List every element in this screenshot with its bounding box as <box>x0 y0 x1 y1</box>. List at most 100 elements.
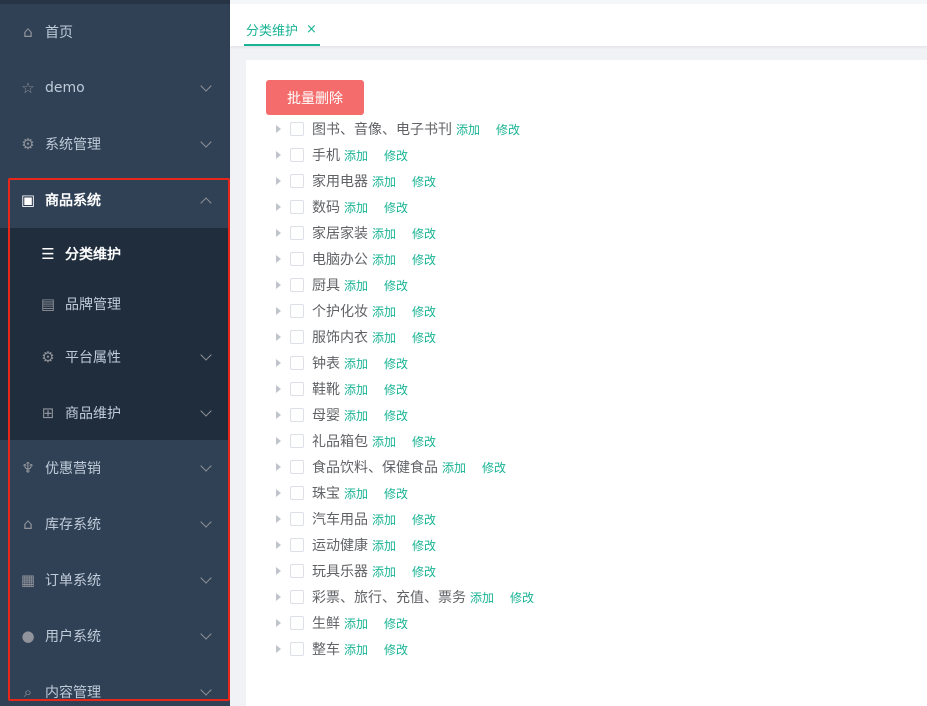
add-link[interactable]: 添加 <box>344 147 368 164</box>
caret-right-icon[interactable] <box>276 151 281 159</box>
node-checkbox[interactable] <box>290 408 304 422</box>
node-checkbox[interactable] <box>290 200 304 214</box>
edit-link[interactable]: 修改 <box>384 277 408 294</box>
add-link[interactable]: 添加 <box>344 615 368 632</box>
caret-right-icon[interactable] <box>276 437 281 445</box>
add-link[interactable]: 添加 <box>442 459 466 476</box>
caret-right-icon[interactable] <box>276 515 281 523</box>
sidebar-item-member[interactable]: ● 用户系统 <box>0 608 230 664</box>
tree-node[interactable]: 数码 添加 修改 <box>272 194 912 220</box>
caret-right-icon[interactable] <box>276 489 281 497</box>
caret-right-icon[interactable] <box>276 125 281 133</box>
tree-node[interactable]: 珠宝 添加 修改 <box>272 480 912 506</box>
tree-node[interactable]: 鞋靴 添加 修改 <box>272 376 912 402</box>
sidebar-item-content[interactable]: ⌕ 内容管理 <box>0 664 230 706</box>
node-checkbox[interactable] <box>290 356 304 370</box>
edit-link[interactable]: 修改 <box>412 537 436 554</box>
node-checkbox[interactable] <box>290 382 304 396</box>
caret-right-icon[interactable] <box>276 567 281 575</box>
node-checkbox[interactable] <box>290 564 304 578</box>
edit-link[interactable]: 修改 <box>496 121 520 138</box>
sidebar-item-order[interactable]: ▦ 订单系统 <box>0 552 230 608</box>
edit-link[interactable]: 修改 <box>412 329 436 346</box>
edit-link[interactable]: 修改 <box>412 303 436 320</box>
tree-node[interactable]: 服饰内衣 添加 修改 <box>272 324 912 350</box>
edit-link[interactable]: 修改 <box>384 381 408 398</box>
node-checkbox[interactable] <box>290 278 304 292</box>
caret-right-icon[interactable] <box>276 463 281 471</box>
edit-link[interactable]: 修改 <box>412 225 436 242</box>
node-checkbox[interactable] <box>290 486 304 500</box>
sidebar-item-home[interactable]: ⌂ 首页 <box>0 4 230 60</box>
caret-right-icon[interactable] <box>276 307 281 315</box>
caret-right-icon[interactable] <box>276 593 281 601</box>
caret-right-icon[interactable] <box>276 411 281 419</box>
sidebar-item-ware[interactable]: ⌂ 库存系统 <box>0 496 230 552</box>
node-checkbox[interactable] <box>290 616 304 630</box>
add-link[interactable]: 添加 <box>372 303 396 320</box>
sidebar-item-demo[interactable]: ☆ demo <box>0 60 230 116</box>
tree-node[interactable]: 厨具 添加 修改 <box>272 272 912 298</box>
sidebar-item-brand[interactable]: ▤ 品牌管理 <box>0 278 230 330</box>
node-checkbox[interactable] <box>290 226 304 240</box>
tree-node[interactable]: 个护化妆 添加 修改 <box>272 298 912 324</box>
sidebar-item-system[interactable]: ⚙ 系统管理 <box>0 116 230 172</box>
tree-node[interactable]: 母婴 添加 修改 <box>272 402 912 428</box>
caret-right-icon[interactable] <box>276 281 281 289</box>
close-icon[interactable]: × <box>306 22 317 37</box>
node-checkbox[interactable] <box>290 174 304 188</box>
caret-right-icon[interactable] <box>276 619 281 627</box>
add-link[interactable]: 添加 <box>372 225 396 242</box>
edit-link[interactable]: 修改 <box>412 433 436 450</box>
add-link[interactable]: 添加 <box>344 407 368 424</box>
node-checkbox[interactable] <box>290 538 304 552</box>
edit-link[interactable]: 修改 <box>412 511 436 528</box>
tree-node[interactable]: 生鲜 添加 修改 <box>272 610 912 636</box>
tree-node[interactable]: 家用电器 添加 修改 <box>272 168 912 194</box>
add-link[interactable]: 添加 <box>344 277 368 294</box>
tree-node[interactable]: 电脑办公 添加 修改 <box>272 246 912 272</box>
tab-category[interactable]: 分类维护 × <box>246 12 317 46</box>
edit-link[interactable]: 修改 <box>384 147 408 164</box>
add-link[interactable]: 添加 <box>344 485 368 502</box>
add-link[interactable]: 添加 <box>372 173 396 190</box>
add-link[interactable]: 添加 <box>344 199 368 216</box>
tree-node[interactable]: 彩票、旅行、充值、票务 添加 修改 <box>272 584 912 610</box>
node-checkbox[interactable] <box>290 304 304 318</box>
add-link[interactable]: 添加 <box>372 537 396 554</box>
tree-node[interactable]: 整车 添加 修改 <box>272 636 912 662</box>
edit-link[interactable]: 修改 <box>510 589 534 606</box>
caret-right-icon[interactable] <box>276 333 281 341</box>
node-checkbox[interactable] <box>290 512 304 526</box>
caret-right-icon[interactable] <box>276 359 281 367</box>
batch-delete-button[interactable]: 批量删除 <box>266 80 364 115</box>
add-link[interactable]: 添加 <box>372 563 396 580</box>
edit-link[interactable]: 修改 <box>482 459 506 476</box>
add-link[interactable]: 添加 <box>372 329 396 346</box>
edit-link[interactable]: 修改 <box>384 199 408 216</box>
edit-link[interactable]: 修改 <box>384 355 408 372</box>
add-link[interactable]: 添加 <box>470 589 494 606</box>
add-link[interactable]: 添加 <box>372 433 396 450</box>
tree-node[interactable]: 汽车用品 添加 修改 <box>272 506 912 532</box>
add-link[interactable]: 添加 <box>372 511 396 528</box>
tree-node[interactable]: 手机 添加 修改 <box>272 142 912 168</box>
edit-link[interactable]: 修改 <box>412 251 436 268</box>
sidebar-item-coupon[interactable]: ♆ 优惠营销 <box>0 440 230 496</box>
add-link[interactable]: 添加 <box>344 641 368 658</box>
caret-right-icon[interactable] <box>276 385 281 393</box>
tree-node[interactable]: 礼品箱包 添加 修改 <box>272 428 912 454</box>
edit-link[interactable]: 修改 <box>384 641 408 658</box>
caret-right-icon[interactable] <box>276 177 281 185</box>
edit-link[interactable]: 修改 <box>412 173 436 190</box>
tree-node[interactable]: 玩具乐器 添加 修改 <box>272 558 912 584</box>
sidebar-item-category[interactable]: ☰ 分类维护 <box>0 228 230 280</box>
caret-right-icon[interactable] <box>276 541 281 549</box>
edit-link[interactable]: 修改 <box>384 615 408 632</box>
node-checkbox[interactable] <box>290 590 304 604</box>
caret-right-icon[interactable] <box>276 203 281 211</box>
add-link[interactable]: 添加 <box>344 355 368 372</box>
tree-node[interactable]: 图书、音像、电子书刊 添加 修改 <box>272 116 912 142</box>
tree-node[interactable]: 食品饮料、保健食品 添加 修改 <box>272 454 912 480</box>
tree-node[interactable]: 运动健康 添加 修改 <box>272 532 912 558</box>
